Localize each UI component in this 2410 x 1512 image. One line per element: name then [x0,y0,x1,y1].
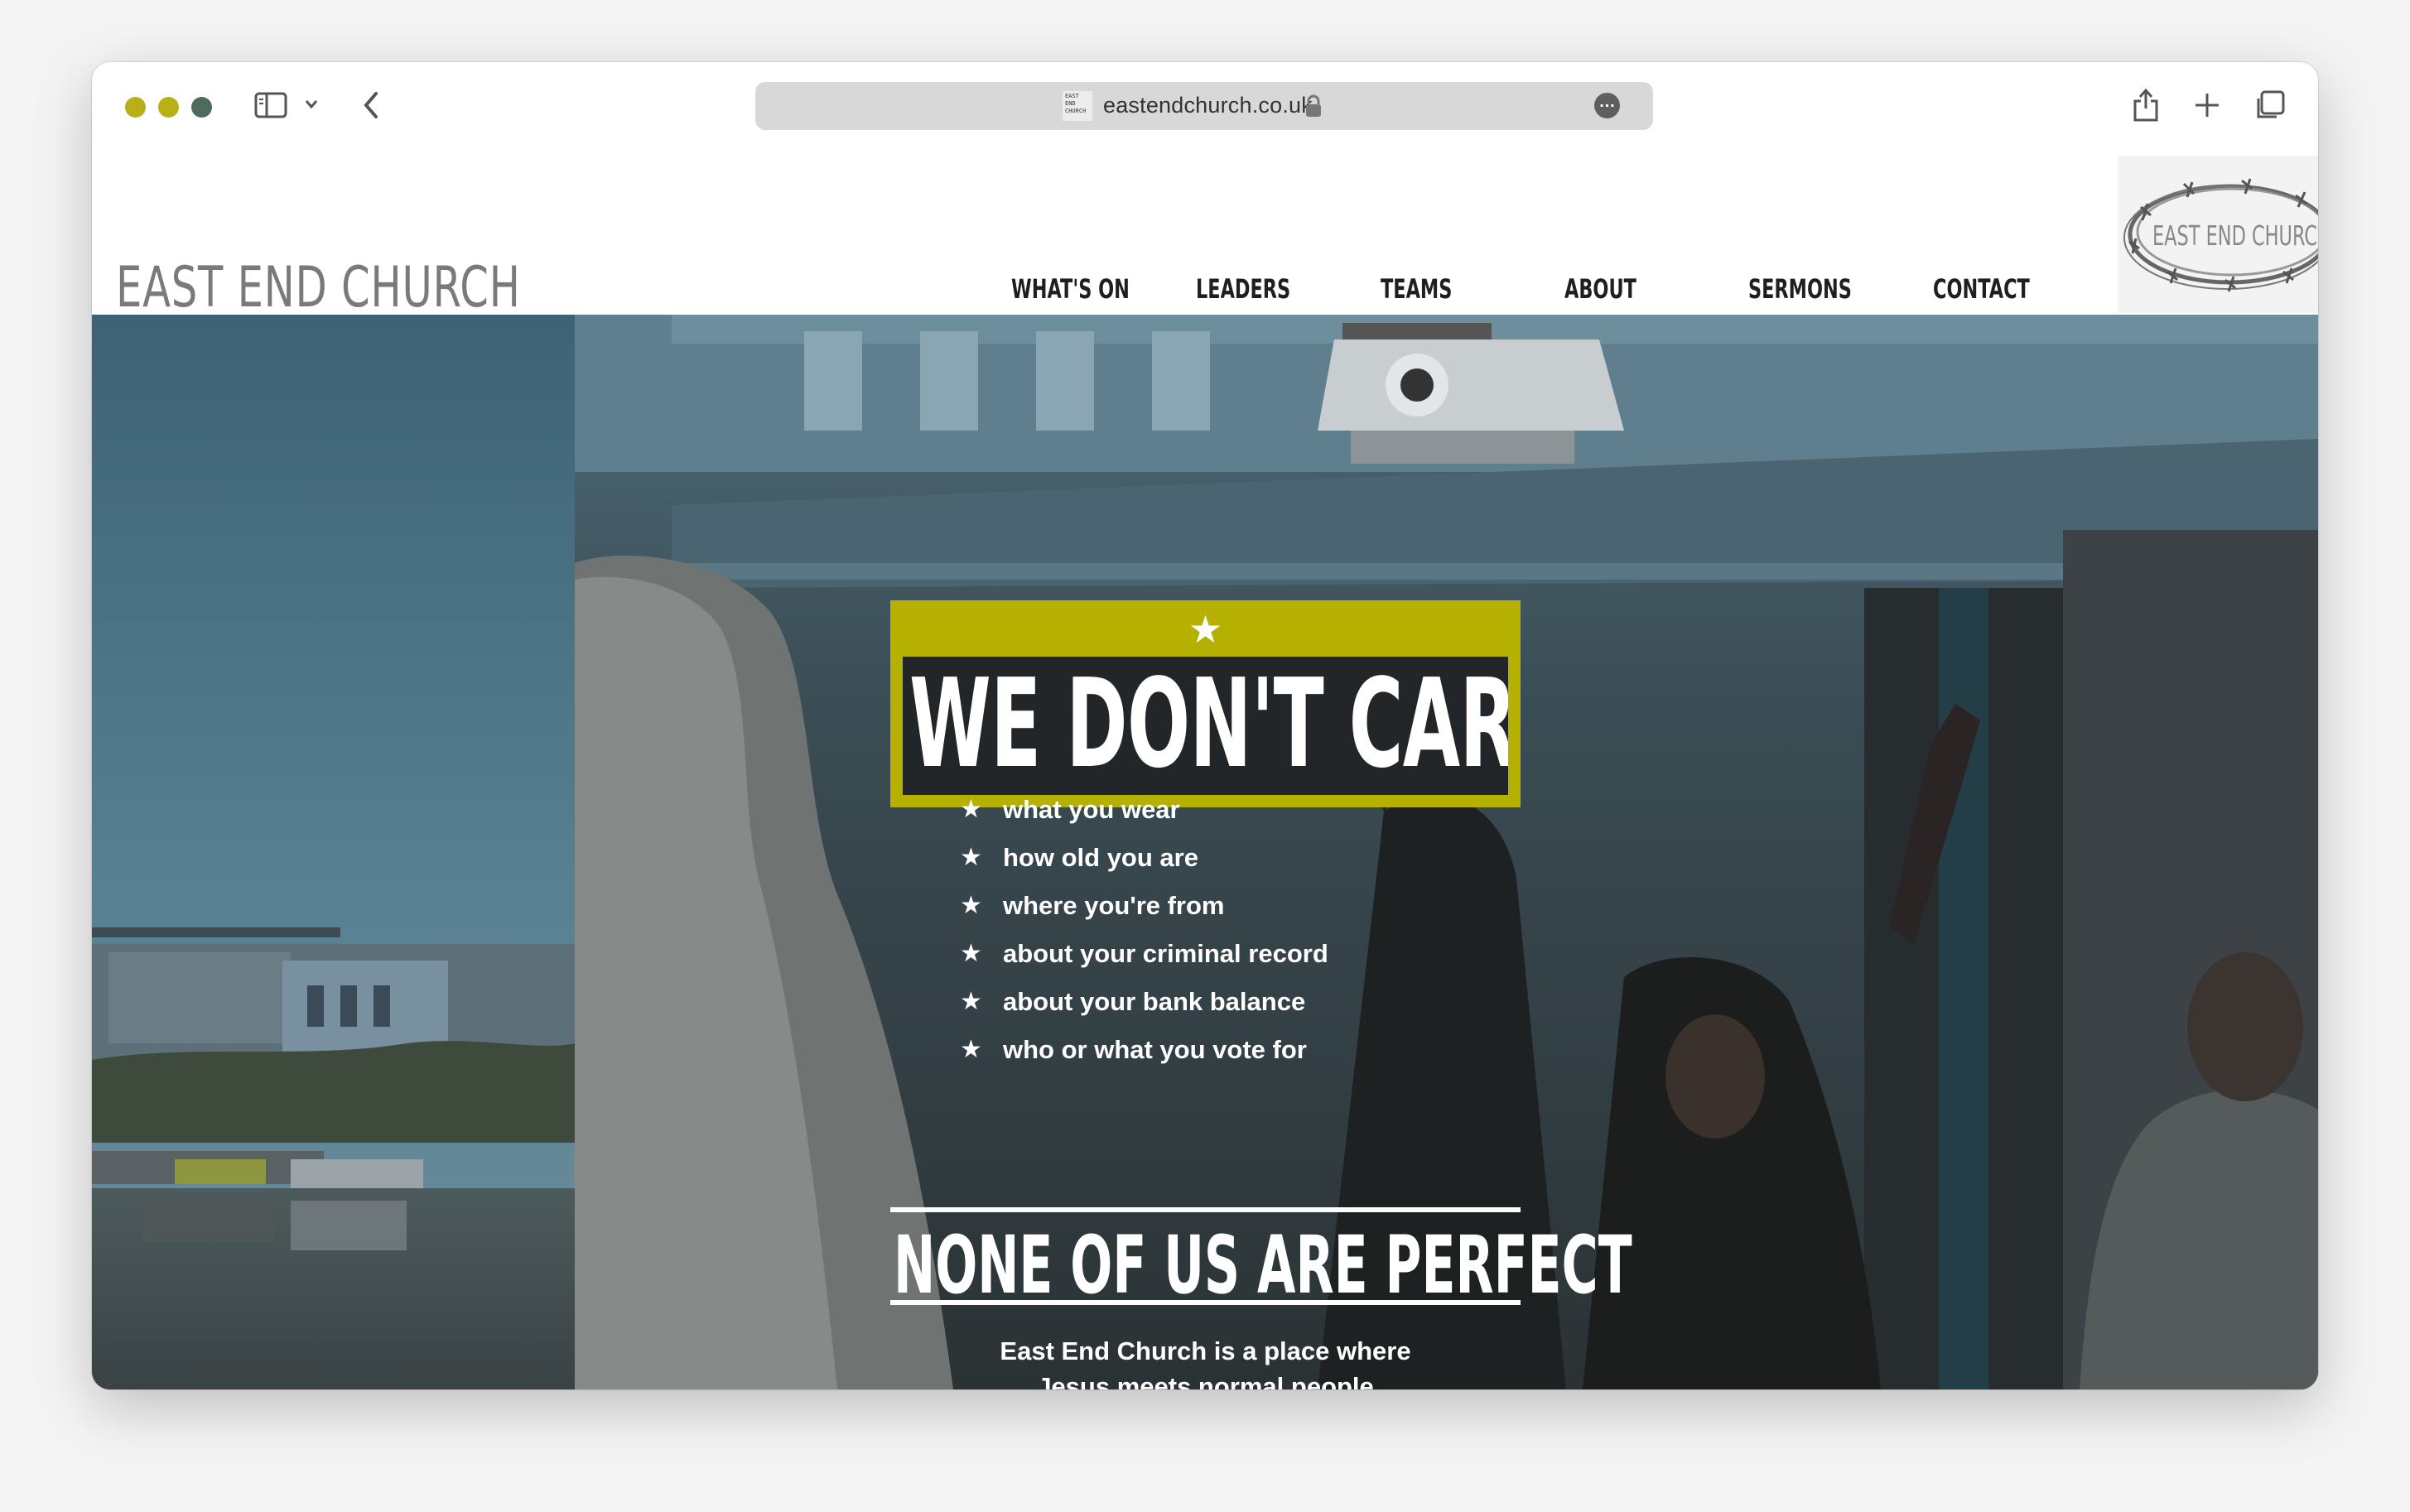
divider-bottom [890,1300,1521,1305]
browser-window: EAST END CHURCH eastendchurch.co.uk … EA… [92,62,2318,1389]
list-item-text: who or what you vote for [1003,1035,1307,1064]
nav-teams[interactable]: TEAMS [1381,273,1452,305]
tagline-line-1: East End Church is a place where [1000,1336,1411,1365]
sidebar-toggle-icon[interactable] [254,90,289,124]
star-bullet-icon: ★ [960,1036,982,1063]
list-item: ★ about your criminal record [960,939,1328,972]
badge-logo-text: EAST END CHURCH [2152,219,2318,252]
nav-leaders[interactable]: LEADERS [1196,273,1290,305]
nav-about[interactable]: ABOUT [1564,273,1636,305]
star-icon: ★ [1188,608,1223,651]
hero-subheadline: NONE OF US ARE PERFECT [894,1219,1632,1312]
site-logo[interactable]: EAST END CHURCH [116,255,521,320]
divider-top [890,1207,1521,1212]
list-item-text: about your bank balance [1003,987,1306,1016]
list-item: ★ where you're from [960,891,1225,924]
lock-icon [1304,94,1323,123]
hero-section: ★ WE DON'T CARE ★ what you wear ★ how ol… [92,315,2318,1389]
star-bullet-icon: ★ [960,796,982,823]
nav-contact[interactable]: CONTACT [1933,273,2030,305]
list-item-text: how old you are [1003,843,1198,872]
tab-overview-icon[interactable] [2253,89,2287,126]
list-item: ★ what you wear [960,795,1180,828]
close-window-button[interactable] [125,97,146,118]
page-menu-icon[interactable]: … [1594,93,1620,118]
url-text: eastendchurch.co.uk [1103,93,1313,118]
browser-toolbar: EAST END CHURCH eastendchurch.co.uk … [92,62,2318,149]
star-bullet-icon: ★ [960,988,982,1015]
star-bullet-icon: ★ [960,844,982,871]
hero-tagline: East End Church is a place where Jesus m… [890,1333,1521,1389]
back-arrow-icon[interactable] [359,89,383,126]
zoom-window-button[interactable] [191,97,212,118]
list-item: ★ about your bank balance [960,987,1306,1020]
list-item: ★ how old you are [960,843,1198,876]
site-header: EAST END CHURCH WHAT'S ON LEADERS TEAMS … [92,149,2318,320]
list-item-text: about your criminal record [1003,939,1328,968]
hero-headline: WE DON'T CARE [909,657,1508,795]
star-bullet-icon: ★ [960,940,982,967]
list-item-text: where you're from [1003,891,1225,920]
we-dont-care-box: ★ WE DON'T CARE [890,600,1521,807]
chevron-down-icon[interactable] [304,99,319,114]
list-item: ★ who or what you vote for [960,1035,1307,1068]
minimize-window-button[interactable] [158,97,179,118]
list-item-text: what you wear [1003,795,1180,824]
nav-sermons[interactable]: SERMONS [1748,273,1852,305]
crown-of-thorns-logo[interactable]: EAST END CHURCH [2118,156,2318,313]
new-tab-icon[interactable] [2192,90,2222,124]
site-favicon: EAST END CHURCH [1063,91,1092,121]
share-icon[interactable] [2131,87,2161,128]
headline-panel: WE DON'T CARE [903,657,1508,795]
address-bar[interactable]: EAST END CHURCH eastendchurch.co.uk … [755,82,1653,130]
nav-whats-on[interactable]: WHAT'S ON [1011,273,1130,305]
tagline-line-2: Jesus meets normal people [1037,1372,1374,1389]
star-bullet-icon: ★ [960,892,982,919]
